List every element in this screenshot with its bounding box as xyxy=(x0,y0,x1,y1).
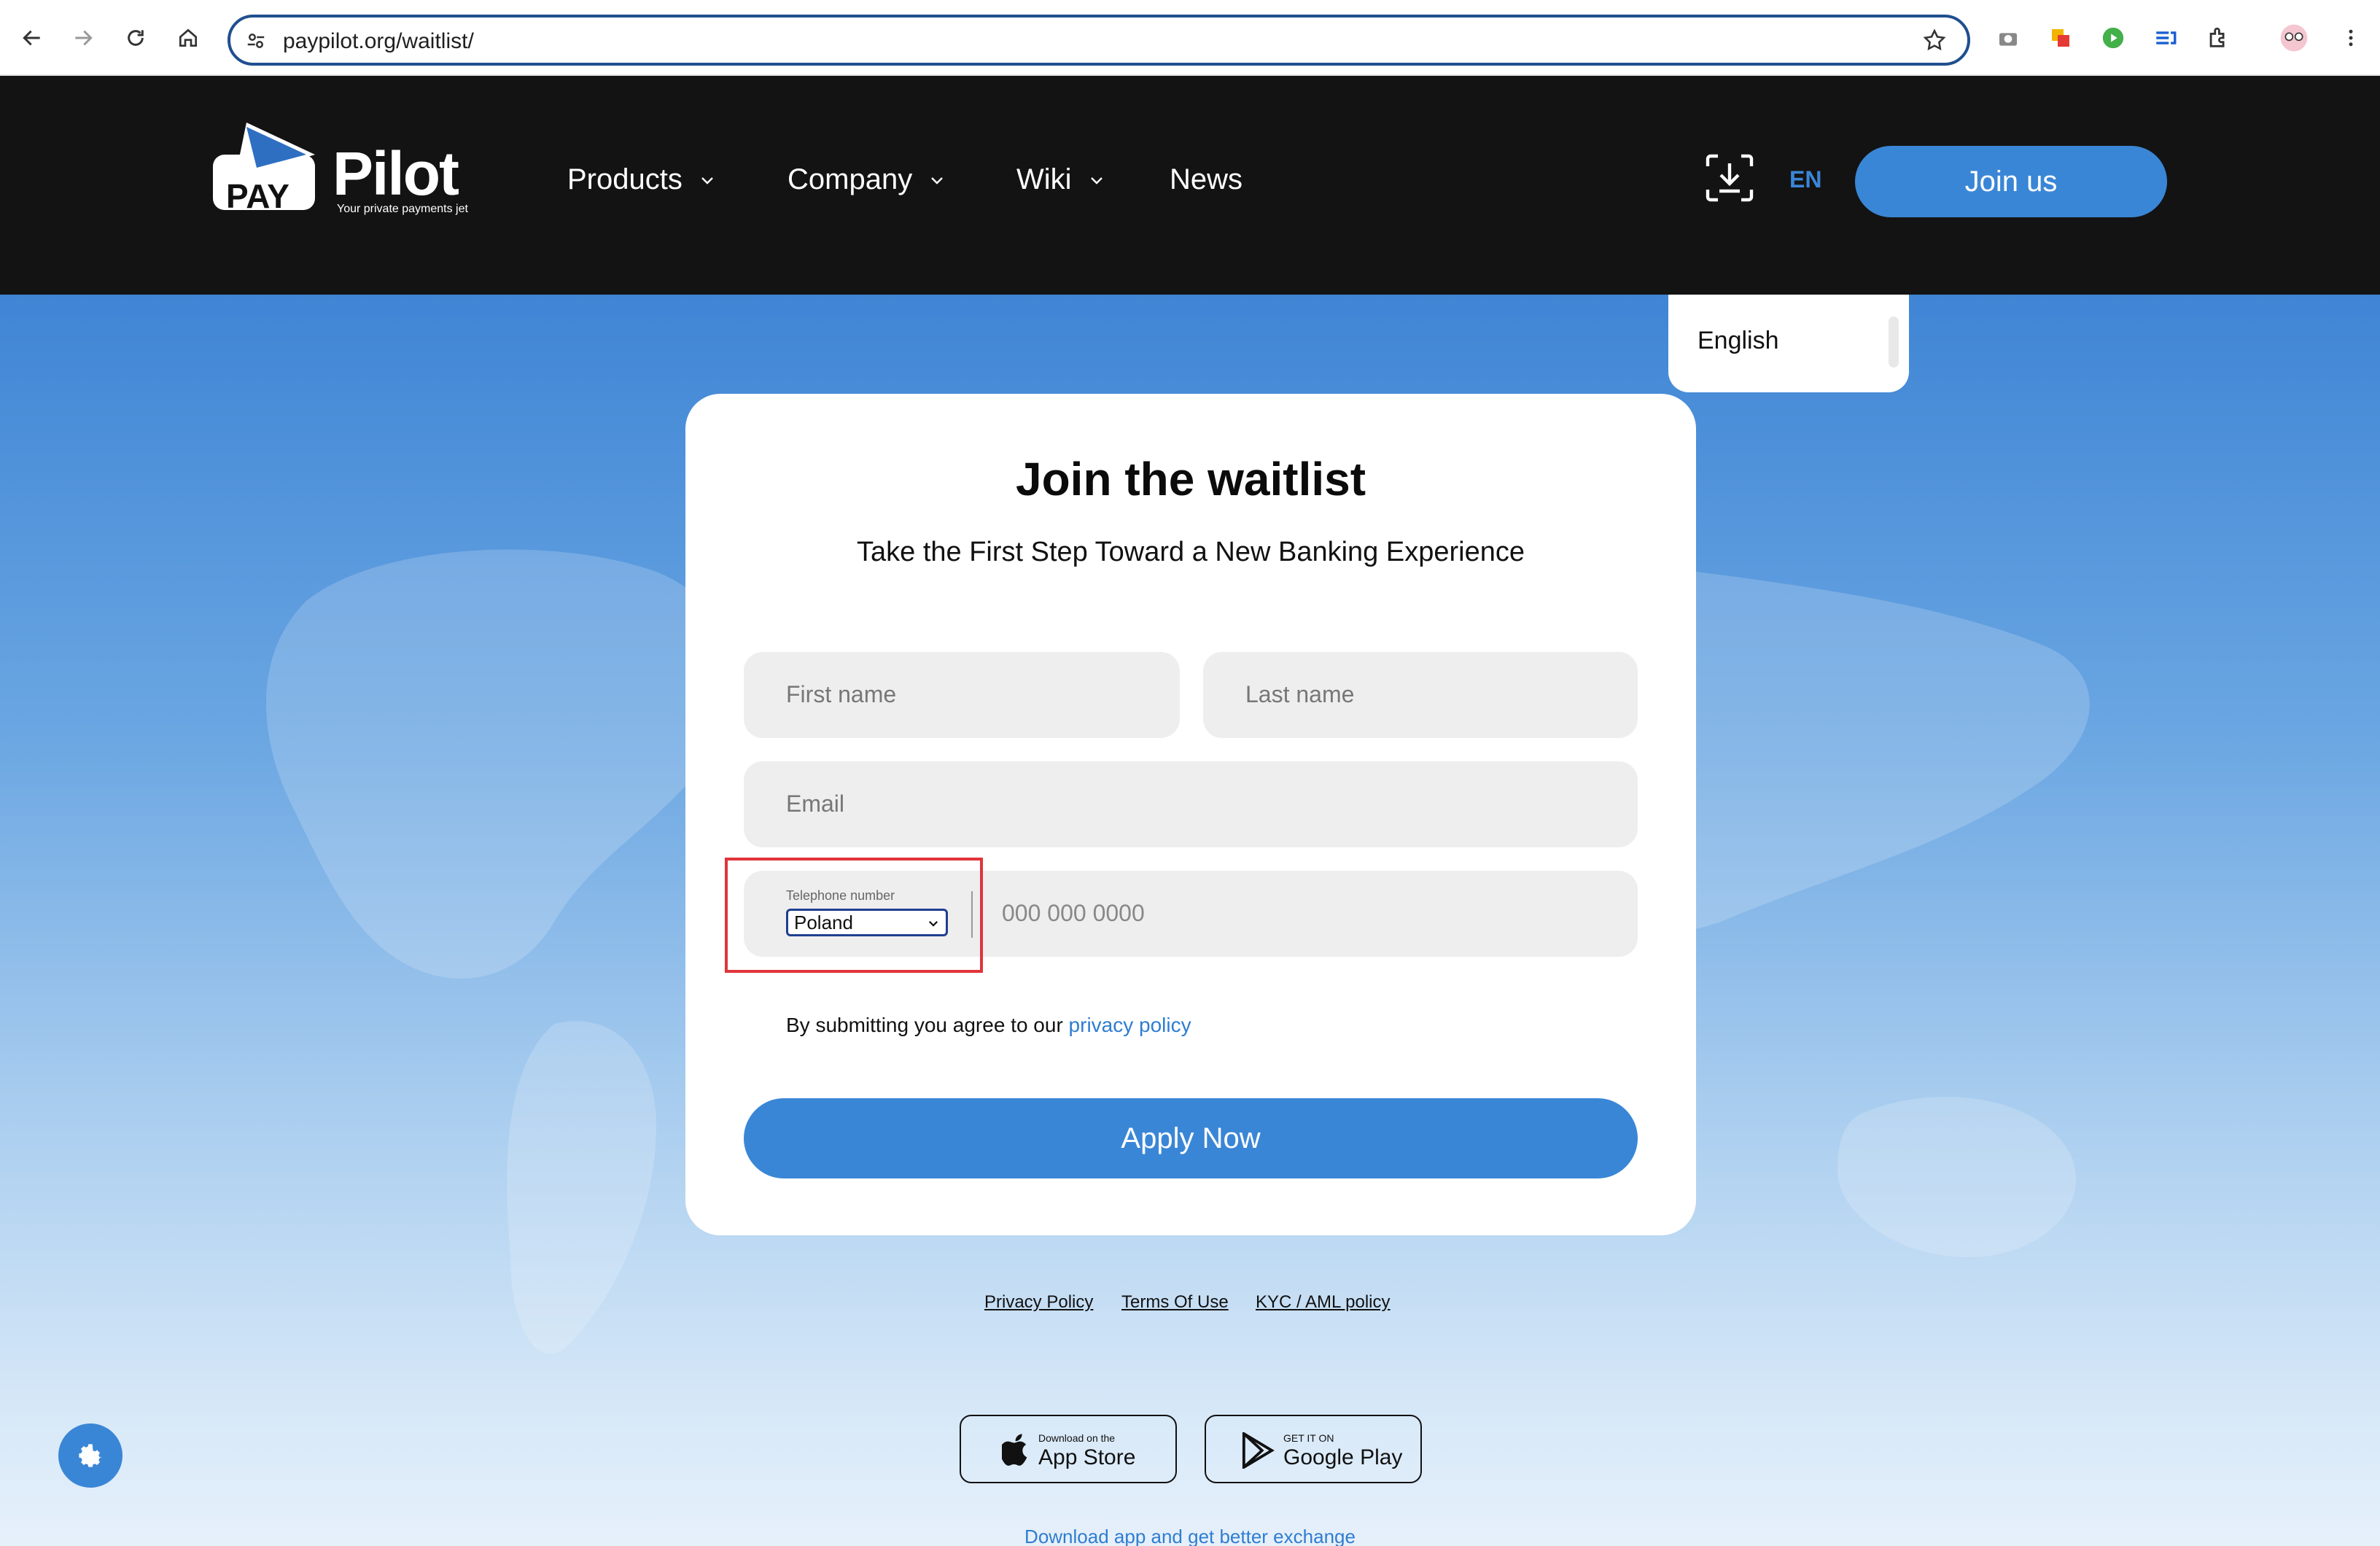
email-field[interactable]: Email xyxy=(744,761,1638,847)
google-play-small-text: GET IT ON xyxy=(1283,1432,1334,1444)
email-placeholder: Email xyxy=(786,791,845,817)
color-extension-icon[interactable] xyxy=(2046,23,2075,53)
forward-icon[interactable] xyxy=(67,22,99,54)
consent-text: By submitting you agree to our privacy p… xyxy=(786,1014,1191,1037)
logo-pay-text: PAY xyxy=(226,177,289,215)
chevron-down-icon xyxy=(701,176,713,184)
consent-label: By submitting you agree to our xyxy=(786,1014,1063,1036)
reload-icon[interactable] xyxy=(120,22,152,54)
bookmark-star-icon[interactable] xyxy=(1922,28,1947,56)
first-name-field[interactable]: First name xyxy=(744,652,1180,738)
language-option-english[interactable]: English xyxy=(1698,327,1779,355)
address-bar[interactable]: paypilot.org/waitlist/ xyxy=(228,15,1970,66)
profile-avatar[interactable] xyxy=(2279,23,2309,53)
chevron-down-icon xyxy=(931,176,944,184)
nav-products[interactable]: Products xyxy=(567,163,716,196)
app-store-small-text: Download on the xyxy=(1038,1432,1116,1444)
footer-privacy-policy[interactable]: Privacy Policy xyxy=(984,1292,1093,1313)
google-play-big-text: Google Play xyxy=(1283,1445,1403,1469)
apple-icon xyxy=(1002,1434,1027,1466)
app-store-button[interactable]: Download on the App Store xyxy=(960,1415,1177,1483)
app-store-big-text: App Store xyxy=(1038,1445,1136,1469)
page-subtitle: Take the First Step Toward a New Banking… xyxy=(857,537,1525,567)
waitlist-card: Join the waitlist Take the First Step To… xyxy=(685,394,1696,1235)
back-icon[interactable] xyxy=(16,22,48,54)
site-header: PAY Pilot Your private payments jet Prod… xyxy=(0,76,2380,295)
google-play-button[interactable]: GET IT ON Google Play xyxy=(1205,1415,1422,1483)
nav-products-label: Products xyxy=(567,163,682,195)
site-settings-icon[interactable] xyxy=(245,30,267,55)
last-name-field[interactable]: Last name xyxy=(1203,652,1638,738)
footer-terms-of-use[interactable]: Terms Of Use xyxy=(1121,1292,1229,1313)
download-app-icon[interactable] xyxy=(1703,152,1756,204)
logo-pilot-text: Pilot xyxy=(332,139,459,208)
footer-kyc-aml-policy[interactable]: KYC / AML policy xyxy=(1256,1292,1391,1313)
paypilot-logo[interactable]: PAY Pilot Your private payments jet xyxy=(213,123,490,217)
nav-company-label: Company xyxy=(788,163,913,195)
list-extension-icon[interactable] xyxy=(2151,23,2180,53)
language-selector[interactable]: EN xyxy=(1789,166,1821,193)
url-text: paypilot.org/waitlist/ xyxy=(283,29,474,53)
play-extension-icon[interactable] xyxy=(2099,23,2128,53)
browser-menu-icon[interactable] xyxy=(2336,23,2365,53)
selection-highlight xyxy=(725,858,983,973)
privacy-policy-link[interactable]: privacy policy xyxy=(1069,1014,1191,1036)
download-app-text[interactable]: Download app and get better exchange xyxy=(0,1526,2380,1546)
language-dropdown: English xyxy=(1668,295,1909,392)
extensions-puzzle-icon[interactable] xyxy=(2204,23,2233,53)
google-play-icon xyxy=(1242,1432,1275,1469)
chevron-down-icon xyxy=(1090,176,1102,184)
dropdown-scrollbar[interactable] xyxy=(1889,316,1899,368)
nav-wiki[interactable]: Wiki xyxy=(1016,163,1105,196)
phone-number-input[interactable]: 000 000 0000 xyxy=(1002,900,1145,927)
browser-toolbar: paypilot.org/waitlist/ xyxy=(0,0,2380,76)
page-title: Join the waitlist xyxy=(1015,453,1366,505)
logo-tagline: Your private payments jet xyxy=(337,203,468,215)
nav-news[interactable]: News xyxy=(1170,163,1242,196)
apply-now-button[interactable]: Apply Now xyxy=(744,1098,1638,1178)
cookie-settings-button[interactable] xyxy=(58,1423,122,1488)
join-us-button[interactable]: Join us xyxy=(1855,146,2167,217)
nav-wiki-label: Wiki xyxy=(1016,163,1072,195)
nav-company[interactable]: Company xyxy=(788,163,946,196)
camera-extension-icon[interactable] xyxy=(1994,23,2023,53)
nav-news-label: News xyxy=(1170,163,1243,195)
first-name-placeholder: First name xyxy=(786,681,897,707)
home-icon[interactable] xyxy=(172,22,204,54)
last-name-placeholder: Last name xyxy=(1245,681,1355,707)
gear-icon xyxy=(79,1444,102,1467)
